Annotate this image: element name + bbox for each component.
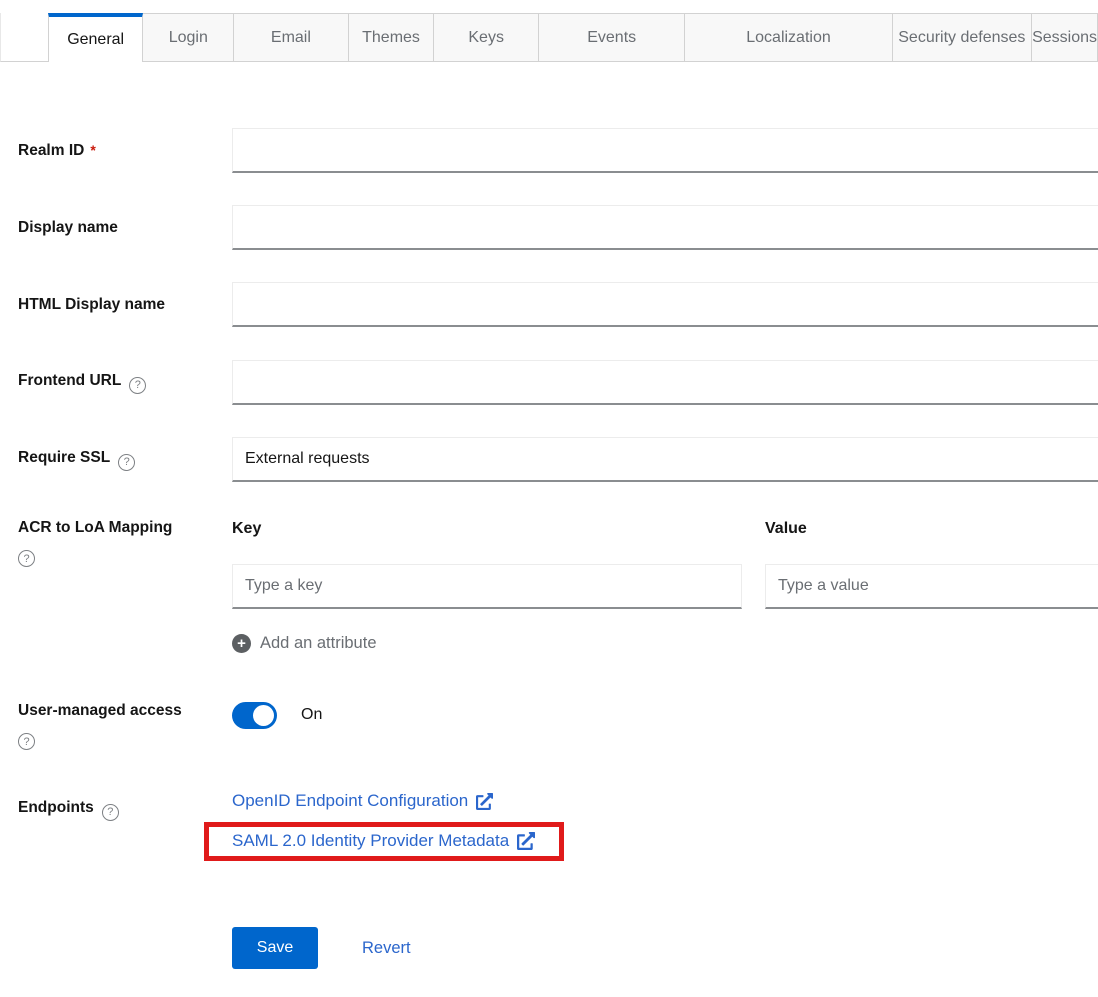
acr-value-header: Value [765, 518, 1098, 538]
frontend-url-row: Frontend URL? [18, 360, 1098, 405]
tab-general[interactable]: General [48, 13, 144, 62]
help-icon[interactable]: ? [118, 454, 135, 471]
acr-to-loa-label: ACR to LoA Mapping ? [18, 518, 232, 653]
external-link-icon [517, 832, 535, 850]
html-display-name-row: HTML Display name [18, 282, 1098, 327]
help-icon[interactable]: ? [18, 550, 35, 567]
tab-keys-label: Keys [468, 29, 504, 47]
tab-themes-label: Themes [362, 29, 420, 47]
endpoints-label-text: Endpoints [18, 799, 94, 816]
frontend-url-label: Frontend URL? [18, 371, 232, 394]
saml-metadata-link-label: SAML 2.0 Identity Provider Metadata [232, 830, 509, 852]
tabbar-left-spacer [0, 13, 48, 62]
tab-email-label: Email [271, 29, 311, 47]
realm-id-label: Realm ID * [18, 140, 232, 161]
openid-endpoint-configuration-link[interactable]: OpenID Endpoint Configuration [232, 790, 493, 812]
require-ssl-selected-value: External requests [245, 450, 370, 468]
require-ssl-label: Require SSL? [18, 448, 232, 471]
tab-login-label: Login [169, 29, 208, 47]
tab-login[interactable]: Login [143, 13, 234, 62]
tab-security-defenses[interactable]: Security defenses [893, 13, 1032, 62]
tab-themes[interactable]: Themes [349, 13, 435, 62]
tab-localization[interactable]: Localization [685, 13, 892, 62]
user-managed-access-label: User-managed access ? [18, 701, 232, 750]
plus-circle-icon: + [232, 634, 251, 653]
red-highlight-box: SAML 2.0 Identity Provider Metadata [204, 822, 564, 861]
required-asterisk: * [90, 142, 95, 158]
toggle-knob [253, 705, 274, 726]
user-managed-access-row: User-managed access ? On [18, 701, 1098, 750]
tab-events[interactable]: Events [539, 13, 685, 62]
tab-sessions[interactable]: Sessions [1032, 13, 1098, 62]
saml-identity-provider-metadata-link[interactable]: SAML 2.0 Identity Provider Metadata [232, 830, 535, 852]
tab-email[interactable]: Email [234, 13, 349, 62]
require-ssl-select[interactable]: External requests [232, 437, 1098, 482]
user-managed-access-toggle[interactable] [232, 702, 277, 729]
add-attribute-label: Add an attribute [260, 634, 377, 653]
acr-kv-inputs [232, 564, 1098, 609]
realm-id-input[interactable] [232, 128, 1098, 173]
tab-keys[interactable]: Keys [434, 13, 539, 62]
endpoints-label: Endpoints? [18, 790, 232, 861]
openid-endpoint-link-label: OpenID Endpoint Configuration [232, 790, 468, 812]
tab-general-label: General [67, 31, 124, 49]
tab-localization-label: Localization [746, 29, 831, 47]
realm-id-label-text: Realm ID [18, 142, 84, 159]
toggle-state-label: On [301, 706, 322, 724]
external-link-icon [476, 793, 493, 810]
general-settings-form: Realm ID * Display name HTML Display name… [0, 62, 1098, 969]
html-display-name-label: HTML Display name [18, 295, 232, 315]
add-attribute-button[interactable]: + Add an attribute [232, 634, 377, 653]
tab-events-label: Events [587, 29, 636, 47]
acr-key-header: Key [232, 518, 742, 538]
help-icon[interactable]: ? [129, 377, 146, 394]
require-ssl-label-text: Require SSL [18, 449, 110, 466]
acr-to-loa-label-text: ACR to LoA Mapping [18, 519, 172, 536]
require-ssl-row: Require SSL? External requests [18, 437, 1098, 482]
frontend-url-input[interactable] [232, 360, 1098, 405]
save-button[interactable]: Save [232, 927, 318, 969]
frontend-url-label-text: Frontend URL [18, 372, 121, 389]
realm-id-row: Realm ID * [18, 128, 1098, 173]
realm-settings-tabbar: General Login Email Themes Keys Events L… [0, 0, 1098, 62]
help-icon[interactable]: ? [18, 733, 35, 750]
display-name-label: Display name [18, 218, 232, 238]
display-name-row: Display name [18, 205, 1098, 250]
acr-value-input[interactable] [765, 564, 1098, 609]
tab-security-defenses-label: Security defenses [898, 29, 1025, 47]
acr-to-loa-row: ACR to LoA Mapping ? Key Value + Add an … [18, 518, 1098, 653]
revert-button[interactable]: Revert [362, 939, 411, 958]
endpoints-row: Endpoints? OpenID Endpoint Configuration… [18, 790, 1098, 861]
display-name-input[interactable] [232, 205, 1098, 250]
tab-sessions-label: Sessions [1032, 29, 1097, 47]
user-managed-access-label-text: User-managed access [18, 702, 182, 719]
form-actions-row: Save Revert [18, 927, 1098, 969]
html-display-name-input[interactable] [232, 282, 1098, 327]
acr-key-input[interactable] [232, 564, 742, 609]
help-icon[interactable]: ? [102, 804, 119, 821]
acr-kv-headers: Key Value [232, 518, 1098, 564]
actions-spacer [18, 927, 232, 969]
